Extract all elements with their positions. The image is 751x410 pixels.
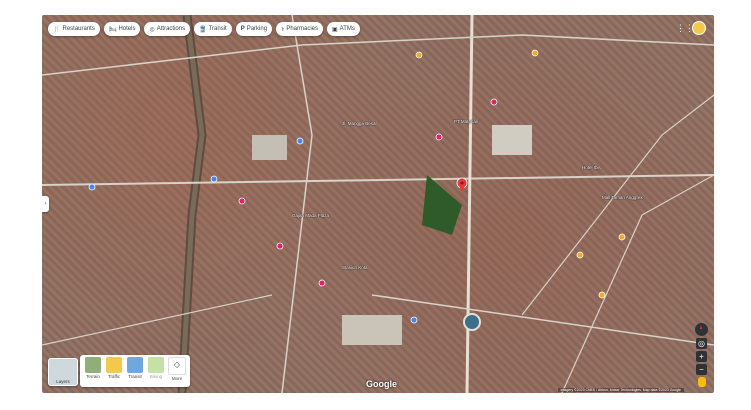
- map-pin-place[interactable]: [490, 98, 498, 106]
- atm-icon: ▣: [332, 26, 338, 33]
- layer-biking[interactable]: Biking: [147, 357, 165, 385]
- map-controls: ◎ + −: [695, 323, 708, 387]
- account-controls: ⋮⋮: [676, 21, 706, 35]
- terrain-icon: [85, 357, 101, 373]
- map-place-label: Stasiun Kota: [342, 265, 368, 270]
- layer-options: Terrain Traffic Transit Biking ◇ More: [80, 355, 190, 387]
- map-pin-place[interactable]: [238, 197, 246, 205]
- transit-icon: 🚆: [199, 26, 207, 33]
- restaurant-icon: 🍴: [53, 26, 61, 33]
- hotel-icon: 🛏: [108, 26, 117, 33]
- map-pin-food[interactable]: [618, 233, 626, 241]
- compass-icon[interactable]: [695, 323, 708, 336]
- layers-button[interactable]: Layers: [48, 358, 78, 386]
- map-pin-place[interactable]: [318, 279, 326, 287]
- satellite-map[interactable]: PT Matahari Jl. Mangga Besar Hotel Ibis Gaj…: [42, 15, 714, 393]
- street-view-pegman-icon[interactable]: [697, 377, 706, 387]
- layer-transit[interactable]: Transit: [126, 357, 144, 385]
- map-place-label: Hotel Ibis: [582, 165, 601, 170]
- map-pin-transit[interactable]: [210, 175, 218, 183]
- chip-pharmacies[interactable]: ⚕ Pharmacies: [276, 22, 323, 36]
- avatar[interactable]: [692, 21, 706, 35]
- map-place-label: Mall Taman Anggrek: [602, 195, 643, 200]
- map-pin-food[interactable]: [531, 49, 539, 57]
- apps-grid-icon[interactable]: ⋮⋮: [676, 22, 694, 34]
- map-place-label: Gajah Mada Plaza: [292, 213, 330, 218]
- chip-hotels[interactable]: 🛏 Hotels: [103, 22, 141, 36]
- google-logo: Google: [366, 379, 397, 389]
- map-pin-place[interactable]: [435, 133, 443, 141]
- layer-more[interactable]: ◇ More: [168, 357, 186, 385]
- chip-parking[interactable]: P Parking: [235, 22, 273, 36]
- my-location-button[interactable]: ◎: [696, 338, 707, 349]
- attractions-icon: ◎: [149, 26, 155, 33]
- map-pin-transit[interactable]: [88, 183, 96, 191]
- chip-transit[interactable]: 🚆 Transit: [194, 22, 232, 36]
- chip-restaurants[interactable]: 🍴 Restaurants: [48, 22, 100, 36]
- zoom-in-button[interactable]: +: [696, 351, 707, 362]
- map-attribution[interactable]: Imagery ©2023 CNES / Airbus, Maxar Techn…: [557, 388, 684, 392]
- layer-terrain[interactable]: Terrain: [84, 357, 102, 385]
- chevron-left-icon: ‹: [44, 201, 47, 207]
- map-pin-food[interactable]: [598, 291, 606, 299]
- map-pin-food[interactable]: [415, 51, 423, 59]
- chip-attractions[interactable]: ◎ Attractions: [144, 22, 191, 36]
- layer-traffic[interactable]: Traffic: [105, 357, 123, 385]
- map-pin-transit[interactable]: [296, 137, 304, 145]
- collapse-panel-button[interactable]: ‹: [42, 196, 49, 212]
- traffic-icon: [106, 357, 122, 373]
- transit-layer-icon: [127, 357, 143, 373]
- zoom-out-button[interactable]: −: [696, 364, 707, 375]
- map-pin-place[interactable]: [276, 242, 284, 250]
- map-place-label: PT Matahari: [454, 119, 479, 124]
- map-place-label: Jl. Mangga Besar: [342, 121, 378, 126]
- parking-icon: P: [240, 26, 245, 32]
- road-overlay: [42, 15, 714, 393]
- map-pin-transit[interactable]: [410, 316, 418, 324]
- more-icon: ◇: [168, 357, 186, 375]
- selected-location-pin[interactable]: [456, 177, 468, 192]
- chip-atms[interactable]: ▣ ATMs: [327, 22, 360, 36]
- category-chips: 🍴 Restaurants 🛏 Hotels ◎ Attractions 🚆 Trans…: [48, 22, 360, 36]
- biking-icon: [148, 357, 164, 373]
- pharmacy-icon: ⚕: [281, 26, 285, 33]
- map-pin-food[interactable]: [576, 251, 584, 259]
